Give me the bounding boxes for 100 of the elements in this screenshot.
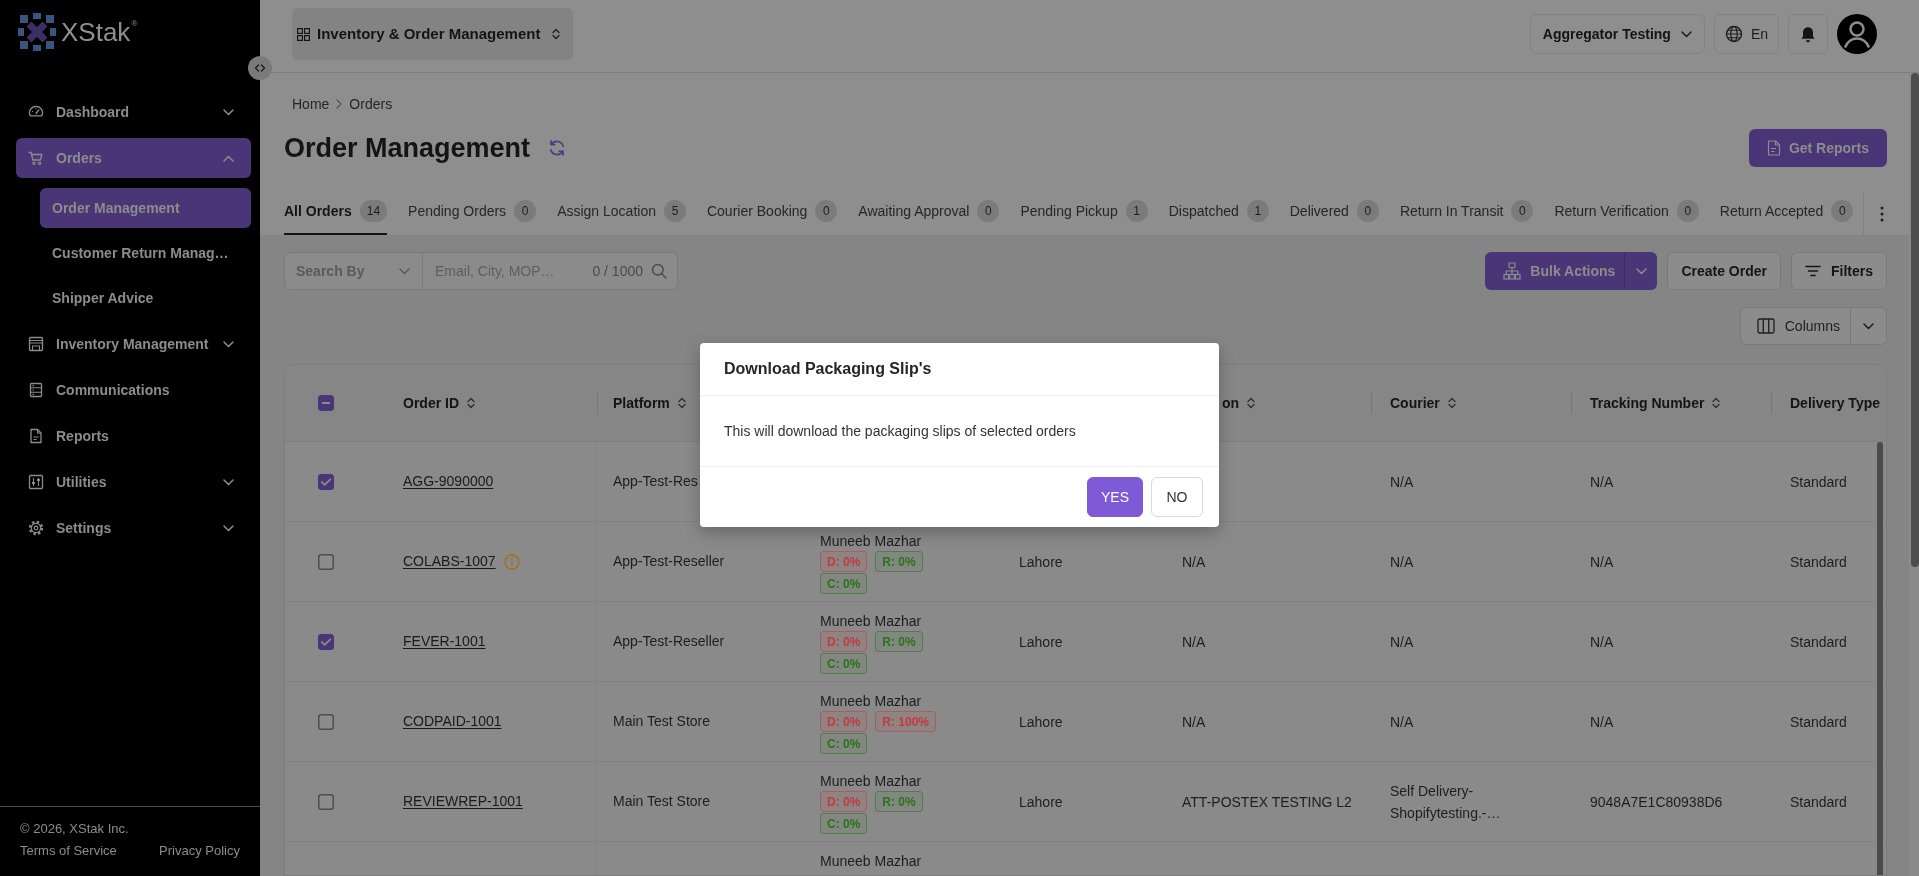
store-icon [28, 336, 44, 352]
create-order-button[interactable]: Create Order [1667, 252, 1781, 290]
risk-tag: C: 0% [820, 733, 868, 754]
nav-item[interactable]: Communications [16, 370, 251, 410]
column-header[interactable]: Tracking Number [1590, 392, 1705, 414]
bulk-actions-dropdown-button[interactable] [1624, 252, 1658, 290]
table-cell-text: N/A [1590, 632, 1614, 652]
table-cell-text: N/A [1390, 632, 1414, 652]
checkbox[interactable] [318, 473, 334, 490]
table-cell-text: N/A [1182, 712, 1206, 732]
column-header[interactable]: Platform [613, 392, 670, 414]
column-header[interactable]: Delivery Type [1790, 392, 1880, 414]
account-menu[interactable]: Aggregator Testing [1529, 14, 1705, 54]
order-id-link[interactable]: AGG-9090000 [403, 471, 494, 492]
risk-tag: R: 0% [875, 551, 923, 572]
customer-name: Muneeb Mazhar [820, 852, 922, 871]
risk-tag: D: 0% [820, 791, 868, 812]
checkbox[interactable] [318, 793, 334, 810]
table-cell-text: N/A [1590, 552, 1614, 572]
nav-item[interactable]: Settings [16, 508, 251, 548]
module-switcher[interactable]: Inventory & Order Management [292, 8, 574, 60]
table-cell-text: 9048A7E1C80938D6 [1590, 792, 1723, 812]
table-cell-text: N/A [1182, 552, 1206, 572]
get-reports-button[interactable]: Get Reports [1748, 129, 1887, 167]
table-cell-text: App-Test-Res [613, 472, 698, 491]
count-badge: 5 [663, 200, 686, 222]
table-cell-text: Lahore [1019, 792, 1063, 812]
checkbox[interactable] [318, 633, 334, 650]
dialog-message: This will download the packaging slips of selected orders [724, 422, 1077, 441]
nav-item[interactable]: Orders [16, 138, 251, 178]
nav-item[interactable]: Dashboard [16, 92, 251, 132]
count-badge: 1 [1246, 200, 1269, 222]
table-cell-text: N/A [1590, 712, 1614, 732]
nav-subitem[interactable]: Order Management [40, 188, 251, 228]
tab[interactable]: Dispatched 1 [1168, 192, 1269, 235]
table-cell-text: App-Test-Reseller [613, 632, 725, 651]
language-selector[interactable]: En [1713, 14, 1779, 54]
count-badge: 0 [514, 200, 537, 222]
table-cell-text: N/A [1390, 712, 1414, 732]
nav-item[interactable]: Inventory Management [16, 324, 251, 364]
breadcrumb-link[interactable]: Home [292, 96, 330, 112]
refresh-icon[interactable] [548, 139, 567, 157]
search-icon [651, 263, 667, 279]
order-id-link[interactable]: REVIEWREP-1001 [403, 791, 523, 812]
tab[interactable]: Courier Booking 0 [706, 192, 838, 235]
tab[interactable]: Return Accepted 0 [1719, 192, 1854, 235]
globe-icon [1724, 25, 1743, 43]
count-badge: 0 [1511, 200, 1534, 222]
bulk-actions-button[interactable]: Bulk Actions [1485, 252, 1625, 290]
checkbox[interactable] [318, 713, 334, 730]
chevrons-icon [254, 64, 266, 72]
tab[interactable]: Return Verification 0 [1554, 192, 1699, 235]
dialog-title: Download Packaging Slip's [724, 359, 933, 379]
columns-icon [1756, 318, 1775, 334]
count-badge: 14 [359, 200, 388, 222]
column-header[interactable]: Order ID [403, 392, 459, 414]
nav-subitem[interactable]: Customer Return Manag… [40, 233, 251, 273]
nav-item[interactable]: Utilities [16, 462, 251, 502]
risk-tag: R: 0% [875, 791, 923, 812]
footer-link[interactable]: Privacy Policy [159, 843, 240, 859]
table-cell-text: Standard [1790, 792, 1847, 812]
columns-dropdown-button[interactable] [1851, 307, 1887, 345]
grid-icon [297, 27, 310, 41]
logo-icon [18, 13, 56, 51]
nav-item[interactable]: Reports [16, 416, 251, 456]
tab[interactable]: Pending Pickup 1 [1020, 192, 1148, 235]
columns-button[interactable]: Columns [1739, 307, 1851, 345]
count-badge: 0 [1676, 200, 1699, 222]
risk-tag: C: 0% [820, 573, 868, 594]
column-header[interactable]: on [1222, 392, 1240, 414]
filters-button[interactable]: Filters [1791, 252, 1887, 290]
footer-link[interactable]: Terms of Service [20, 843, 117, 859]
customer-name: Muneeb Mazhar [820, 772, 922, 791]
order-id-link[interactable]: FEVER-1001 [403, 631, 486, 652]
order-id-link[interactable]: COLABS-1007 [403, 551, 496, 572]
order-id-link[interactable]: CODPAID-1001 [403, 711, 502, 732]
chevron-down-icon [399, 267, 410, 275]
tab[interactable]: Awaiting Approval 0 [858, 192, 1000, 235]
tab[interactable]: Return In Transit 0 [1399, 192, 1534, 235]
confirm-button[interactable]: YES [1087, 477, 1143, 517]
brand-name: XStak [61, 17, 131, 47]
checkbox[interactable] [318, 395, 334, 411]
checkbox[interactable] [318, 553, 334, 570]
count-badge: 0 [815, 200, 838, 222]
table-cell-text: N/A [1182, 632, 1206, 652]
tab[interactable]: Assign Location 5 [557, 192, 686, 235]
cancel-button[interactable]: NO [1151, 477, 1203, 517]
column-header[interactable]: Courier [1390, 392, 1440, 414]
risk-tag: D: 0% [820, 631, 868, 652]
avatar-icon [1837, 14, 1877, 54]
table-cell-text: Lahore [1019, 712, 1063, 732]
nav-subitem[interactable]: Shipper Advice [40, 278, 251, 318]
tab[interactable]: Pending Orders 0 [408, 192, 537, 235]
notifications-button[interactable] [1788, 14, 1828, 54]
table-cell-text: N/A [1390, 552, 1414, 572]
document-icon [1766, 140, 1781, 156]
profile-button[interactable] [1837, 14, 1877, 54]
tab[interactable]: Delivered 0 [1289, 192, 1379, 235]
up-down-chevron-icon [552, 28, 561, 40]
customer-name: Muneeb Mazhar [820, 532, 922, 551]
